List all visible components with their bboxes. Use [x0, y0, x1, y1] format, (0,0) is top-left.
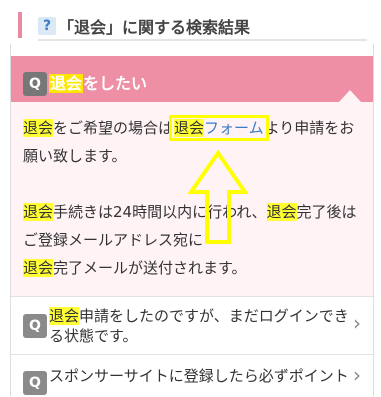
keyword-highlight: 退会: [266, 203, 297, 221]
keyword-highlight: 退会: [23, 119, 54, 137]
question-icon: ?: [38, 17, 56, 35]
keyword-highlight: 退会: [23, 259, 54, 277]
faq-question-header[interactable]: Q 退会をしたい: [11, 56, 373, 102]
page-title: 「退会」に関する検索結果: [58, 18, 251, 37]
q-badge: Q: [23, 72, 47, 96]
header-accent-bar: [18, 12, 22, 38]
q-badge: Q: [23, 314, 47, 338]
chevron-right-icon: ›: [353, 363, 361, 387]
q-badge: Q: [23, 371, 47, 395]
answer-line: 願い致します。: [23, 147, 127, 165]
faq-question-text: 退会をしたい: [49, 74, 148, 93]
withdrawal-form-link[interactable]: 退会フォーム: [169, 115, 269, 141]
faq-item-login-after-withdrawal[interactable]: Q 退会申請をしたのですが、まだログインでき る状態です。 ›: [11, 296, 373, 355]
chevron-right-icon: ›: [353, 311, 361, 335]
answer-line: 退会完了メールが送付されます。: [23, 259, 247, 277]
keyword-highlight: 退会: [49, 307, 80, 325]
keyword-highlight: 退会: [49, 74, 84, 93]
answer-line: ご登録メールアドレス宛に: [23, 231, 204, 249]
annotation-arrow-icon: [188, 150, 248, 244]
faq-question-text: スポンサーサイトに登録したら必ずポイント: [49, 367, 349, 385]
keyword-highlight: 退会: [23, 203, 54, 221]
answer-line: 退会をご希望の場合は退会フォームより申請をお: [23, 115, 355, 141]
faq-item-sponsor-points[interactable]: Q スポンサーサイトに登録したら必ずポイント ›: [11, 354, 373, 397]
expanded-caret-icon: [339, 90, 361, 102]
header-divider: [38, 39, 367, 41]
faq-question-text: 退会申請をしたのですが、まだログインでき る状態です。: [49, 307, 349, 345]
search-results-header: ? 「退会」に関する検索結果: [0, 0, 381, 44]
